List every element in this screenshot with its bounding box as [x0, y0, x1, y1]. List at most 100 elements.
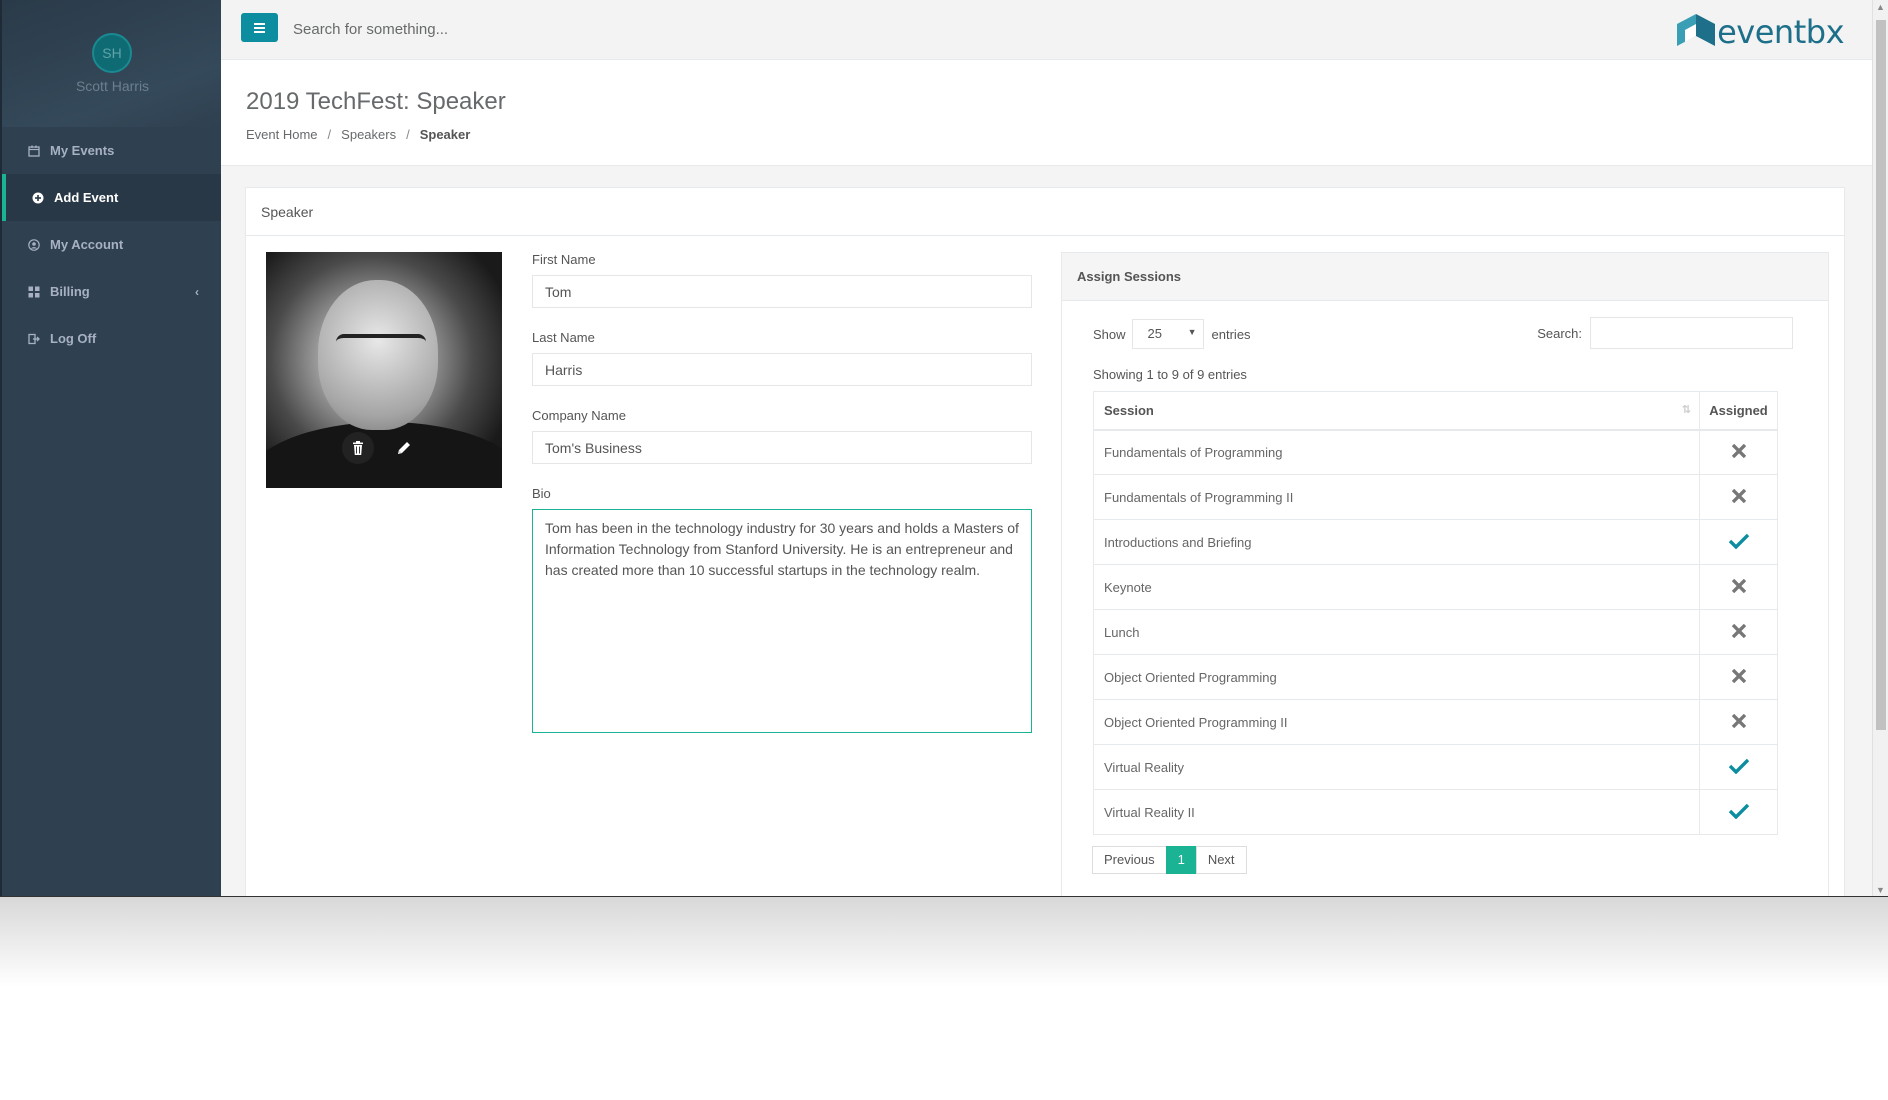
page-scrollbar[interactable]: ▲ ▼ [1872, 0, 1888, 896]
breadcrumb-current: Speaker [419, 127, 471, 142]
table-row: Object Oriented Programming II [1093, 699, 1778, 745]
session-name-cell: Object Oriented Programming [1093, 654, 1700, 700]
assigned-check-icon[interactable] [1699, 519, 1778, 565]
eventbx-logo-icon [1677, 14, 1716, 46]
session-column-header[interactable]: Session ⇅ [1093, 391, 1700, 431]
page-heading: 2019 TechFest: Speaker Event Home / Spea… [221, 60, 1872, 166]
sidebar-item-label: My Account [50, 237, 124, 252]
unassigned-x-icon[interactable] [1699, 429, 1778, 475]
table-search-input[interactable] [1590, 317, 1793, 349]
first-name-field[interactable] [532, 275, 1032, 308]
photo-shoulders [266, 422, 502, 488]
bio-textarea[interactable]: Tom has been in the technology industry … [532, 509, 1032, 733]
unassigned-x-icon[interactable] [1699, 474, 1778, 520]
table-row: Virtual Reality [1093, 744, 1778, 790]
table-row: Object Oriented Programming [1093, 654, 1778, 700]
plus-circle-icon [32, 192, 44, 203]
table-row: Fundamentals of Programming II [1093, 474, 1778, 520]
table-row: Lunch [1093, 609, 1778, 655]
table-row: Keynote [1093, 564, 1778, 610]
company-name-field[interactable] [532, 431, 1032, 464]
session-name-cell: Fundamentals of Programming II [1093, 474, 1700, 520]
breadcrumb-separator: / [327, 127, 332, 142]
app-window: SH Scott Harris My Events Add Event My A… [0, 0, 1888, 897]
scroll-down-icon[interactable]: ▼ [1876, 885, 1885, 895]
session-name-cell: Keynote [1093, 564, 1700, 610]
last-name-field[interactable] [532, 353, 1032, 386]
table-row: Virtual Reality II [1093, 789, 1778, 835]
profile-name[interactable]: Scott Harris [2, 78, 223, 94]
current-page-button[interactable]: 1 [1165, 846, 1197, 874]
pencil-icon [398, 442, 410, 454]
unassigned-x-icon[interactable] [1699, 699, 1778, 745]
hamburger-icon [254, 26, 265, 29]
menu-toggle-button[interactable] [241, 13, 278, 42]
chevron-left-icon[interactable]: ‹ [195, 285, 199, 299]
unassigned-x-icon[interactable] [1699, 654, 1778, 700]
sidebar-item-my-account[interactable]: My Account [2, 221, 221, 268]
session-name-cell: Lunch [1093, 609, 1700, 655]
scroll-up-icon[interactable]: ▲ [1876, 2, 1885, 12]
logo: eventbx [1675, 12, 1844, 52]
photo-glasses [336, 334, 426, 352]
column-label: Session [1104, 402, 1154, 418]
sidebar-item-label: My Events [50, 143, 115, 158]
assign-sessions-title: Assign Sessions [1062, 253, 1828, 301]
page-size-value: 25 [1147, 326, 1162, 341]
assign-sessions-box: Assign Sessions Show 25 ▼ entries Search… [1061, 252, 1829, 896]
breadcrumb-separator: / [406, 127, 410, 142]
scroll-thumb[interactable] [1876, 20, 1886, 730]
caret-down-icon: ▼ [1187, 327, 1197, 337]
page-size-select[interactable]: 25 ▼ [1131, 319, 1204, 349]
previous-page-button[interactable]: Previous [1092, 846, 1167, 874]
page-title: 2019 TechFest: Speaker [246, 88, 506, 115]
profile-header: SH Scott Harris [2, 0, 221, 127]
sessions-table: Session ⇅ Assigned Fundamentals of Progra… [1093, 391, 1778, 835]
assigned-check-icon[interactable] [1699, 744, 1778, 790]
table-info: Showing 1 to 9 of 9 entries [1093, 367, 1247, 382]
calendar-icon [28, 145, 40, 157]
sidebar-item-label: Add Event [54, 190, 119, 205]
unassigned-x-icon[interactable] [1699, 609, 1778, 655]
logo-text: eventbx [1717, 13, 1844, 51]
last-name-label: Last Name [532, 330, 595, 345]
search-label: Search: [1537, 325, 1582, 341]
session-name-cell: Fundamentals of Programming [1093, 429, 1700, 475]
pagination: Previous 1 Next [1092, 846, 1247, 874]
sidebar-item-add-event[interactable]: Add Event [2, 174, 221, 221]
table-search: Search: [1537, 317, 1793, 349]
trash-icon [353, 441, 363, 455]
sidebar-item-billing[interactable]: Billing ‹ [2, 268, 221, 315]
company-name-label: Company Name [532, 408, 626, 423]
sidebar-item-my-events[interactable]: My Events [2, 127, 221, 174]
unassigned-x-icon[interactable] [1699, 564, 1778, 610]
session-name-cell: Virtual Reality [1093, 744, 1700, 790]
assigned-column-header[interactable]: Assigned [1699, 391, 1778, 431]
speaker-photo [266, 252, 502, 488]
show-label: Show [1093, 326, 1126, 342]
table-row: Fundamentals of Programming [1093, 429, 1778, 475]
breadcrumb-event-home[interactable]: Event Home [246, 127, 318, 142]
next-page-button[interactable]: Next [1195, 846, 1247, 874]
edit-photo-button[interactable] [388, 432, 420, 464]
grid-icon [28, 286, 40, 297]
table-row: Introductions and Briefing [1093, 519, 1778, 565]
sidebar-item-label: Log Off [50, 331, 97, 346]
sidebar-item-log-off[interactable]: Log Off [2, 315, 221, 362]
delete-photo-button[interactable] [342, 432, 374, 464]
user-circle-icon [28, 238, 40, 251]
assigned-check-icon[interactable] [1699, 789, 1778, 835]
breadcrumb-speakers[interactable]: Speakers [341, 127, 396, 142]
session-name-cell: Introductions and Briefing [1093, 519, 1700, 565]
search-input[interactable] [293, 18, 693, 40]
sidebar: SH Scott Harris My Events Add Event My A… [0, 0, 221, 896]
sort-icon: ⇅ [1681, 404, 1691, 416]
bio-label: Bio [532, 486, 551, 501]
page-size-control: Show 25 ▼ entries [1093, 319, 1251, 349]
sign-out-icon [28, 333, 40, 344]
photo-head [318, 280, 438, 430]
breadcrumb: Event Home / Speakers / Speaker [246, 127, 470, 142]
entries-label: entries [1211, 326, 1251, 342]
session-name-cell: Virtual Reality II [1093, 789, 1700, 835]
avatar[interactable]: SH [92, 33, 132, 73]
